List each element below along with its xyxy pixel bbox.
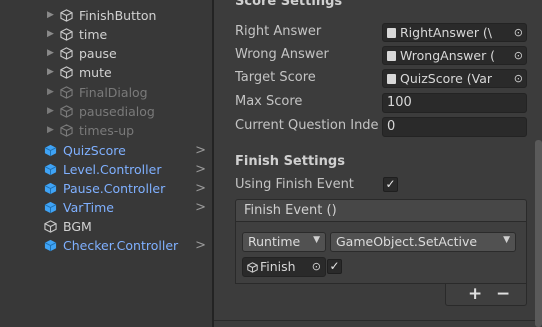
wrong-answer-label: Wrong Answer: [235, 47, 329, 62]
hierarchy-item-vartime[interactable]: VarTime >: [0, 198, 212, 217]
expand-arrow-icon[interactable]: ▶: [47, 83, 54, 102]
hierarchy-item-pause[interactable]: ▶ pause: [0, 44, 212, 63]
hierarchy-item-label: BGM: [63, 219, 92, 234]
document-icon: [387, 51, 396, 61]
hierarchy-panel: ▶ FinishButton ▶ time ▶ pause ▶ mute ▶ F…: [0, 0, 212, 327]
prefab-cube-icon: [44, 182, 57, 195]
gameobject-icon: [60, 86, 73, 99]
hierarchy-item-pause-controller[interactable]: Pause.Controller >: [0, 179, 212, 198]
chevron-right-icon[interactable]: >: [195, 236, 206, 255]
function-dropdown-value: GameObject.SetActive: [336, 234, 478, 249]
wrong-answer-field[interactable]: WrongAnswer ( ⊙: [382, 46, 527, 65]
right-answer-value: RightAnswer (\: [400, 25, 493, 40]
gameobject-icon: [60, 47, 73, 60]
target-score-field[interactable]: QuizScore (Var ⊙: [382, 69, 527, 88]
runtime-dropdown-value: Runtime: [248, 234, 301, 249]
inspector-panel: Score Settings Right Answer RightAnswer …: [214, 0, 542, 327]
gameobject-icon: [44, 220, 57, 233]
max-score-input[interactable]: 100: [382, 93, 527, 113]
set-active-argument-checkbox[interactable]: ✓: [327, 259, 342, 274]
gameobject-icon: [60, 105, 73, 118]
gameobject-icon: [60, 28, 73, 41]
right-answer-field[interactable]: RightAnswer (\ ⊙: [382, 23, 527, 42]
object-picker-icon[interactable]: ⊙: [514, 72, 523, 85]
finish-event-header: Finish Event (): [235, 199, 527, 222]
hierarchy-item-label: pause: [79, 46, 117, 61]
target-score-value: QuizScore (Var: [400, 71, 493, 86]
prefab-cube-icon: [44, 201, 57, 214]
event-target-value: Finish: [260, 259, 296, 274]
prefab-cube-icon: [44, 163, 57, 176]
dropdown-caret-icon: ▼: [313, 235, 320, 245]
target-score-label: Target Score: [235, 70, 316, 85]
runtime-dropdown[interactable]: Runtime ▼: [242, 232, 326, 252]
hierarchy-item-finishbutton[interactable]: ▶ FinishButton: [0, 6, 212, 25]
finish-settings-heading: Finish Settings: [235, 154, 345, 169]
current-question-value: 0: [387, 119, 396, 134]
using-finish-event-label: Using Finish Event: [235, 177, 354, 192]
current-question-label: Current Question Inde: [235, 118, 379, 133]
hierarchy-item-label: VarTime: [63, 200, 114, 215]
hierarchy-item-label: mute: [79, 65, 112, 80]
hierarchy-item-label: FinishButton: [79, 8, 157, 23]
hierarchy-item-time[interactable]: ▶ time: [0, 25, 212, 44]
hierarchy-item-label: time: [79, 27, 108, 42]
wrong-answer-value: WrongAnswer (: [400, 48, 496, 63]
hierarchy-item-finaldialog[interactable]: ▶ FinalDialog: [0, 83, 212, 102]
hierarchy-item-label: FinalDialog: [79, 85, 148, 100]
prefab-cube-icon: [44, 239, 57, 252]
hierarchy-item-label: Pause.Controller: [63, 181, 166, 196]
inspector-divider: [214, 320, 542, 321]
finish-event-list: Runtime ▼ GameObject.SetActive ▼ Finish …: [235, 222, 527, 284]
hierarchy-item-label: Checker.Controller: [63, 238, 179, 253]
using-finish-event-checkbox[interactable]: ✓: [383, 177, 398, 192]
event-target-field[interactable]: Finish ⊙: [242, 257, 326, 277]
expand-arrow-icon[interactable]: ▶: [47, 102, 54, 121]
chevron-right-icon[interactable]: >: [195, 179, 206, 198]
prefab-cube-icon: [44, 144, 57, 157]
object-picker-icon[interactable]: ⊙: [514, 26, 523, 39]
event-add-remove-bar: + −: [445, 284, 527, 306]
right-answer-label: Right Answer: [235, 24, 322, 39]
expand-arrow-icon[interactable]: ▶: [47, 121, 54, 140]
hierarchy-item-pausedialog[interactable]: ▶ pausedialog: [0, 102, 212, 121]
hierarchy-item-label: times-up: [79, 123, 135, 138]
gameobject-icon: [60, 124, 73, 137]
gameobject-icon: [247, 262, 258, 273]
gameobject-icon: [60, 9, 73, 22]
object-picker-icon[interactable]: ⊙: [514, 49, 523, 62]
remove-listener-button[interactable]: −: [496, 284, 510, 304]
expand-arrow-icon[interactable]: ▶: [47, 63, 54, 82]
max-score-value: 100: [387, 95, 412, 110]
expand-arrow-icon[interactable]: ▶: [47, 44, 54, 63]
chevron-right-icon[interactable]: >: [195, 198, 206, 217]
expand-arrow-icon[interactable]: ▶: [47, 25, 54, 44]
document-icon: [387, 28, 396, 38]
hierarchy-item-checker-controller[interactable]: Checker.Controller >: [0, 236, 212, 255]
expand-arrow-icon[interactable]: ▶: [47, 6, 54, 25]
document-icon: [387, 74, 396, 84]
function-dropdown[interactable]: GameObject.SetActive ▼: [330, 232, 516, 252]
dropdown-caret-icon: ▼: [503, 235, 510, 245]
gameobject-icon: [60, 66, 73, 79]
finish-event-label: Finish Event (): [244, 203, 337, 218]
chevron-right-icon[interactable]: >: [195, 141, 206, 160]
chevron-right-icon[interactable]: >: [195, 160, 206, 179]
hierarchy-item-bgm[interactable]: BGM: [0, 217, 212, 236]
score-settings-heading: Score Settings: [235, 0, 343, 9]
hierarchy-item-quizscore[interactable]: QuizScore >: [0, 141, 212, 160]
hierarchy-item-level-controller[interactable]: Level.Controller >: [0, 160, 212, 179]
max-score-label: Max Score: [235, 94, 303, 109]
current-question-input[interactable]: 0: [382, 117, 527, 137]
inspector-scrollbar[interactable]: [535, 140, 542, 327]
hierarchy-item-times-up[interactable]: ▶ times-up: [0, 121, 212, 140]
hierarchy-item-mute[interactable]: ▶ mute: [0, 63, 212, 82]
add-listener-button[interactable]: +: [468, 284, 482, 304]
object-picker-icon[interactable]: ⊙: [312, 260, 321, 273]
hierarchy-item-label: QuizScore: [63, 143, 126, 158]
hierarchy-item-label: Level.Controller: [63, 162, 162, 177]
hierarchy-item-label: pausedialog: [79, 104, 155, 119]
